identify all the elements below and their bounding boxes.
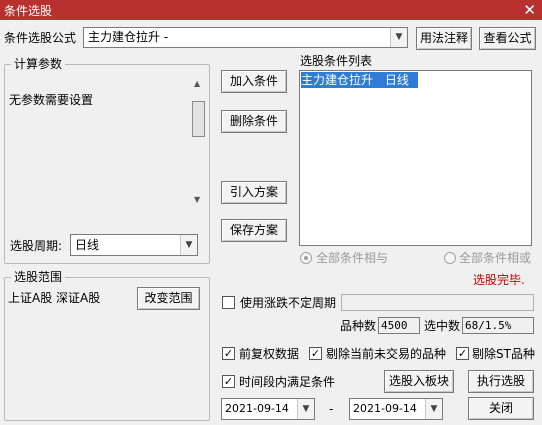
end-date-picker[interactable]: 2021-09-14 ▼ (349, 398, 443, 420)
run-selection-button[interactable]: 执行选股 (468, 370, 534, 393)
selected-value: 68/1.5% (462, 317, 534, 334)
status-text: 选股完毕. (473, 273, 525, 287)
condition-list[interactable]: 主力建仓拉升 日线 (299, 70, 532, 246)
exclude-untraded-checkbox[interactable]: ✓ (309, 347, 322, 360)
title-bar: 条件选股 ✕ (0, 0, 542, 20)
radio-all-or-label: 全部条件相或 (459, 251, 532, 265)
save-scheme-button[interactable]: 保存方案 (221, 219, 287, 242)
formula-select[interactable]: 主力建仓拉升 - ▼ (83, 27, 408, 48)
time-range-label: 时间段内满足条件 (239, 375, 336, 389)
formula-select-value: 主力建仓拉升 - (88, 30, 169, 44)
radio-all-or[interactable] (444, 252, 456, 264)
radio-all-and-label: 全部条件相与 (316, 251, 389, 265)
chevron-down-icon[interactable]: ▼ (390, 28, 407, 47)
params-scrollbar[interactable]: ▲ ▼ (191, 79, 206, 207)
scroll-thumb[interactable] (192, 101, 205, 137)
variable-period-checkbox[interactable] (222, 296, 235, 309)
close-icon[interactable]: ✕ (523, 0, 536, 20)
exclude-st-checkbox[interactable]: ✓ (456, 347, 469, 360)
add-condition-button[interactable]: 加入条件 (221, 70, 287, 93)
range-value: 上证A股 深证A股 (8, 291, 101, 305)
calendar-dropdown-icon[interactable]: ▼ (425, 399, 442, 419)
period-label: 选股周期: (10, 239, 63, 253)
params-legend: 计算参数 (11, 57, 66, 71)
end-date-value: 2021-09-14 (353, 402, 417, 415)
count-label: 品种数 (340, 319, 377, 333)
view-formula-button[interactable]: 查看公式 (479, 27, 536, 50)
radio-all-and[interactable] (300, 252, 312, 264)
formula-label: 条件选股公式 (4, 31, 77, 45)
adjusted-checkbox[interactable]: ✓ (222, 347, 235, 360)
adjusted-label: 前复权数据 (239, 347, 300, 361)
params-message: 无参数需要设置 (9, 93, 94, 107)
condition-list-title: 选股条件列表 (300, 54, 373, 68)
window-title: 条件选股 (4, 4, 53, 18)
variable-period-label: 使用涨跌不定周期 (240, 296, 337, 310)
scroll-down-icon[interactable]: ▼ (194, 195, 200, 204)
count-value: 4500 (378, 317, 420, 334)
start-date-picker[interactable]: 2021-09-14 ▼ (221, 398, 315, 420)
period-select-value: 日线 (75, 238, 100, 252)
period-select[interactable]: 日线 ▼ (70, 234, 198, 256)
start-date-value: 2021-09-14 (225, 402, 289, 415)
scroll-up-icon[interactable]: ▲ (194, 79, 200, 88)
change-range-button[interactable]: 改变范围 (137, 287, 200, 310)
exclude-untraded-label: 剔除当前未交易的品种 (326, 347, 447, 361)
calendar-dropdown-icon[interactable]: ▼ (297, 399, 314, 419)
import-scheme-button[interactable]: 引入方案 (221, 181, 287, 204)
selected-label: 选中数 (424, 319, 461, 333)
progress-bar (341, 294, 534, 311)
list-item[interactable]: 主力建仓拉升 日线 (301, 72, 418, 88)
close-button[interactable]: 关闭 (468, 397, 534, 420)
range-legend: 选股范围 (11, 270, 66, 284)
chevron-down-icon[interactable]: ▼ (180, 235, 197, 255)
add-to-block-button[interactable]: 选股入板块 (384, 370, 454, 393)
list-item-name: 主力建仓拉升 (301, 73, 374, 87)
usage-notes-button[interactable]: 用法注释 (416, 27, 472, 50)
list-item-period: 日线 (384, 73, 409, 87)
exclude-st-label: 剔除ST品种 (472, 347, 535, 361)
date-separator: - (329, 402, 334, 416)
time-range-checkbox[interactable]: ✓ (222, 375, 235, 388)
delete-condition-button[interactable]: 删除条件 (221, 110, 287, 133)
